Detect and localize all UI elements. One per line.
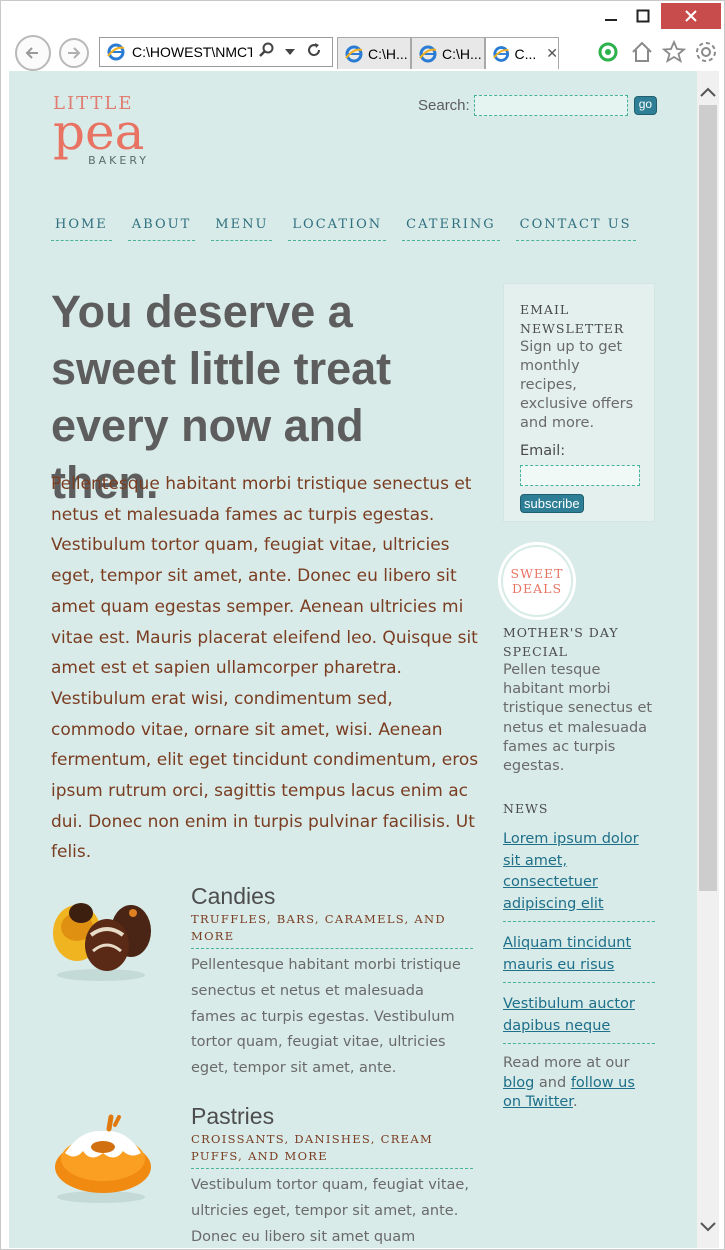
special-title: MOTHER'S DAY SPECIAL (503, 625, 619, 659)
search-label: Search: (418, 97, 470, 114)
maximize-icon (636, 9, 650, 23)
minimize-button[interactable] (593, 3, 629, 29)
browser-toolbar: C:\HOWEST\NMCT C:\H... C:\H... C... ✕ (1, 31, 724, 71)
tab-close-icon[interactable]: ✕ (546, 46, 558, 62)
badge-line-sweet: SWEET (510, 566, 564, 581)
nav-location[interactable]: LOCATION (288, 213, 387, 241)
product-description: Vestibulum tortor quam, feugiat vitae, u… (191, 1177, 469, 1245)
address-url[interactable]: C:\HOWEST\NMCT (132, 44, 252, 60)
forward-button[interactable] (59, 38, 89, 68)
candies-image (53, 903, 151, 981)
refresh-icon[interactable] (304, 42, 324, 62)
logo-line-pea: pea (53, 103, 145, 161)
badge-line-deals: DEALS (511, 581, 563, 596)
nav-catering[interactable]: CATERING (402, 213, 500, 241)
sweet-deals-badge: SWEET DEALS (501, 545, 573, 617)
news-link[interactable]: Aliquam tincidunt mauris eu risus (503, 935, 631, 973)
site-search: Search: go (418, 95, 658, 116)
newsletter-title: EMAIL NEWSLETTER (520, 302, 625, 336)
ie-tab-icon (345, 45, 363, 62)
nav-home[interactable]: HOME (51, 213, 112, 241)
scrollbar-thumb[interactable] (699, 105, 717, 891)
vertical-scrollbar[interactable] (697, 71, 719, 1248)
nav-contact-us[interactable]: CONTACT US (515, 213, 636, 241)
ie-page-icon (107, 43, 125, 61)
news-more-suffix: . (572, 1094, 578, 1110)
browser-window: C:\HOWEST\NMCT C:\H... C:\H... C... ✕ LI… (0, 0, 725, 1250)
home-icon[interactable] (629, 39, 655, 65)
scroll-down-icon[interactable] (697, 1210, 719, 1244)
product-subtitle: CROISSANTS, DANISHES, CREAM PUFFS, AND M… (191, 1131, 473, 1169)
nav-menu[interactable]: MENU (211, 213, 273, 241)
news-item: Vestibulum auctor dapibus neque (503, 993, 655, 1044)
add-on-icon[interactable] (595, 39, 621, 65)
news-more-prefix: Read more at our (503, 1055, 630, 1071)
pastries-image (55, 1114, 151, 1203)
product-description: Pellentesque habitant morbi tristique se… (191, 957, 461, 1077)
main-nav: HOME ABOUT MENU LOCATION CATERING CONTAC… (51, 213, 636, 241)
special-text: Pellen tesque habitant morbi tristique s… (503, 662, 653, 775)
news-link[interactable]: Vestibulum auctor dapibus neque (503, 996, 635, 1034)
newsletter-text: Sign up to get monthly recipes, exclusiv… (520, 339, 634, 431)
arrow-right-icon (68, 47, 81, 59)
tab-label: C:\H... (368, 45, 408, 62)
nav-about[interactable]: ABOUT (127, 213, 196, 241)
product-title: Candies (191, 883, 276, 909)
dropdown-arrow-icon[interactable] (280, 44, 300, 60)
tab-3-active[interactable]: C... ✕ (485, 37, 559, 69)
product-subtitle: TRUFFLES, BARS, CARAMELS, AND MORE (191, 911, 473, 949)
email-label: Email: (520, 443, 566, 459)
product-candies: Candies TRUFFLES, BARS, CARAMELS, AND MO… (51, 883, 483, 1083)
tab-2[interactable]: C:\H... (411, 37, 485, 69)
news-list: Lorem ipsum dolor sit amet, consectetuer… (503, 828, 655, 1113)
tab-label: C... (514, 45, 537, 62)
search-input[interactable] (473, 95, 628, 116)
ie-tab-icon (493, 45, 510, 62)
news-more-mid: and (538, 1074, 567, 1091)
tab-1[interactable]: C:\H... (337, 37, 411, 69)
search-icon[interactable] (256, 42, 276, 62)
settings-gear-icon[interactable] (693, 39, 719, 65)
news-link[interactable]: Lorem ipsum dolor sit amet, consectetuer… (503, 831, 639, 912)
news-item: Aliquam tincidunt mauris eu risus (503, 932, 655, 983)
address-bar[interactable]: C:\HOWEST\NMCT (99, 37, 333, 67)
news-item: Lorem ipsum dolor sit amet, consectetuer… (503, 828, 655, 922)
close-icon (685, 10, 697, 22)
search-go-button[interactable]: go (633, 96, 658, 115)
product-title: Pastries (191, 1103, 275, 1129)
title-bar (1, 1, 724, 31)
tab-label: C:\H... (442, 45, 482, 62)
intro-paragraph: Pellentesque habitant morbi tristique se… (51, 474, 479, 863)
news-more-text: Read more at our blog and follow us on T… (503, 1054, 655, 1113)
email-field[interactable] (520, 465, 640, 486)
minimize-icon (605, 19, 617, 21)
favorites-star-icon[interactable] (661, 39, 687, 65)
back-button[interactable] (15, 35, 51, 71)
newsletter-box: EMAIL NEWSLETTER Sign up to get monthly … (503, 283, 655, 522)
close-button[interactable] (661, 3, 721, 29)
ie-tab-icon (419, 45, 437, 62)
maximize-button[interactable] (625, 3, 661, 29)
page-viewport: LITTLE pea BAKERY Search: go HOME ABOUT … (9, 71, 697, 1248)
news-title: NEWS (503, 801, 549, 816)
arrow-left-icon (25, 47, 38, 59)
subscribe-button[interactable]: subscribe (520, 494, 584, 513)
scroll-up-icon[interactable] (697, 75, 719, 109)
site-logo[interactable]: LITTLE pea BAKERY (53, 93, 149, 167)
product-pastries: Pastries CROISSANTS, DANISHES, CREAM PUF… (51, 1103, 483, 1248)
blog-link[interactable]: blog (503, 1075, 534, 1091)
